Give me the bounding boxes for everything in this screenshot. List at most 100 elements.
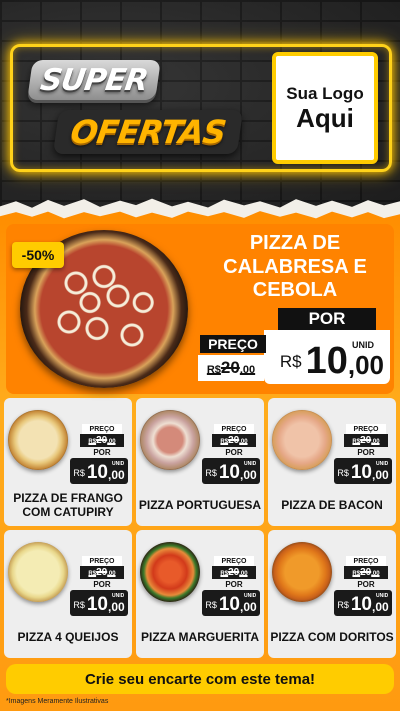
old-int: 20 [96, 435, 108, 446]
old-currency: R$ [352, 439, 361, 445]
product-card[interactable]: PREÇO R$20,00 POR R$ 10,00 UNID PIZZA MAR… [136, 530, 264, 658]
old-int: 20 [360, 435, 372, 446]
price-currency: R$ [205, 600, 217, 610]
featured-product-name: PIZZA DE CALABRESA E CEBOLA [223, 232, 367, 302]
product-name: PIZZA COM DORITOS [270, 629, 394, 644]
old-currency: R$ [88, 571, 97, 577]
preco-label: PREÇO [214, 424, 254, 434]
unid-label: UNID [244, 593, 257, 599]
price-currency: R$ [205, 468, 217, 478]
por-label: POR [225, 580, 243, 589]
featured-por-label: POR [278, 308, 376, 330]
title-super: SUPER [38, 62, 150, 98]
price-int: 10 [350, 594, 372, 615]
por-label: POR [93, 580, 111, 589]
product-card[interactable]: PREÇO R$20,00 POR R$ 10,00 UNID PIZZA 4 Q… [4, 530, 132, 658]
price-dec: ,00 [107, 468, 125, 482]
price-dec: ,00 [239, 600, 257, 614]
old-int: 20 [228, 567, 240, 578]
product-card[interactable]: PREÇO R$20,00 POR R$ 10,00 UNID PIZZA COM… [268, 530, 396, 658]
pizza-queijos-image [8, 542, 68, 602]
old-currency: R$ [88, 439, 97, 445]
por-label: POR [357, 448, 375, 457]
featured-old-dec: ,00 [239, 364, 256, 376]
featured-old-int: 20 [220, 358, 240, 377]
product-card[interactable]: PREÇO R$20,00 POR R$ 10,00 UNID PIZZA DE … [268, 398, 396, 526]
old-int: 20 [360, 567, 372, 578]
old-int: 20 [228, 435, 240, 446]
unid-label: UNID [112, 593, 125, 599]
por-label: POR [93, 448, 111, 457]
old-dec: ,00 [239, 439, 248, 445]
preco-label: PREÇO [82, 424, 122, 434]
price-int: 10 [86, 462, 108, 483]
unid-label: UNID [112, 461, 125, 467]
product-name: PIZZA DE FRANGO COM CATUPIRY [13, 490, 123, 519]
featured-old-currency: R$ [206, 364, 221, 376]
old-dec: ,00 [371, 439, 380, 445]
featured-unid-label: UNID [352, 340, 374, 350]
super-badge: SUPER [27, 60, 161, 100]
old-currency: R$ [352, 571, 361, 577]
price-currency: R$ [73, 600, 85, 610]
featured-old-price: R$20,00 [198, 355, 264, 381]
old-price: R$20,00 [80, 434, 124, 447]
featured-price: R$ 10 ,00 [264, 330, 390, 384]
featured-price-currency: R$ [279, 352, 302, 371]
old-price: R$20,00 [212, 434, 256, 447]
title-ofertas: OFERTAS [68, 113, 228, 151]
featured-price-dec: ,00 [347, 350, 384, 380]
unid-label: UNID [244, 461, 257, 467]
price-currency: R$ [337, 468, 349, 478]
unid-label: UNID [376, 593, 389, 599]
unid-label: UNID [376, 461, 389, 467]
logo-line1: Sua Logo [286, 83, 364, 103]
price-dec: ,00 [371, 468, 389, 482]
discount-badge: -50% [12, 242, 64, 268]
old-price: R$20,00 [80, 566, 124, 579]
preco-label: PREÇO [214, 556, 254, 566]
old-price: R$20,00 [344, 434, 388, 447]
price-dec: ,00 [107, 600, 125, 614]
logo-line2: Aqui [296, 102, 354, 133]
price-currency: R$ [73, 468, 85, 478]
product-name: PIZZA MARGUERITA [141, 629, 259, 644]
old-dec: ,00 [239, 571, 248, 577]
old-currency: R$ [220, 439, 229, 445]
pizza-portuguesa-image [140, 410, 200, 470]
old-dec: ,00 [107, 571, 116, 577]
preco-label: PREÇO [82, 556, 122, 566]
por-label: POR [357, 580, 375, 589]
old-price: R$20,00 [212, 566, 256, 579]
product-name: PIZZA DE BACON [281, 497, 383, 512]
price-int: 10 [86, 594, 108, 615]
disclaimer-text: *Imagens Meramente Ilustrativas [6, 698, 109, 705]
price-int: 10 [218, 462, 240, 483]
preco-label: PREÇO [346, 556, 386, 566]
price-int: 10 [350, 462, 372, 483]
pizza-doritos-image [272, 542, 332, 602]
old-price: R$20,00 [344, 566, 388, 579]
pizza-bacon-image [272, 410, 332, 470]
featured-price-int: 10 [305, 340, 348, 382]
featured-preco-label: PREÇO [200, 335, 266, 353]
product-name: PIZZA 4 QUEIJOS [17, 629, 119, 644]
cta-banner[interactable]: Crie seu encarte com este tema! [6, 664, 394, 694]
old-currency: R$ [220, 571, 229, 577]
pizza-frango-image [8, 410, 68, 470]
product-name: PIZZA PORTUGUESA [138, 497, 262, 512]
price-dec: ,00 [371, 600, 389, 614]
preco-label: PREÇO [346, 424, 386, 434]
old-dec: ,00 [107, 439, 116, 445]
product-card[interactable]: PREÇO R$20,00 POR R$ 10,00 UNID PIZZA POR… [136, 398, 264, 526]
por-label: POR [225, 448, 243, 457]
price-currency: R$ [337, 600, 349, 610]
product-card[interactable]: PREÇO R$20,00 POR R$ 10,00 UNID PIZZA DE … [4, 398, 132, 526]
price-dec: ,00 [239, 468, 257, 482]
old-int: 20 [96, 567, 108, 578]
pizza-marguerita-image [140, 542, 200, 602]
old-dec: ,00 [371, 571, 380, 577]
logo-placeholder[interactable]: Sua Logo Aqui [272, 52, 378, 164]
price-int: 10 [218, 594, 240, 615]
ofertas-badge: OFERTAS [52, 110, 244, 154]
